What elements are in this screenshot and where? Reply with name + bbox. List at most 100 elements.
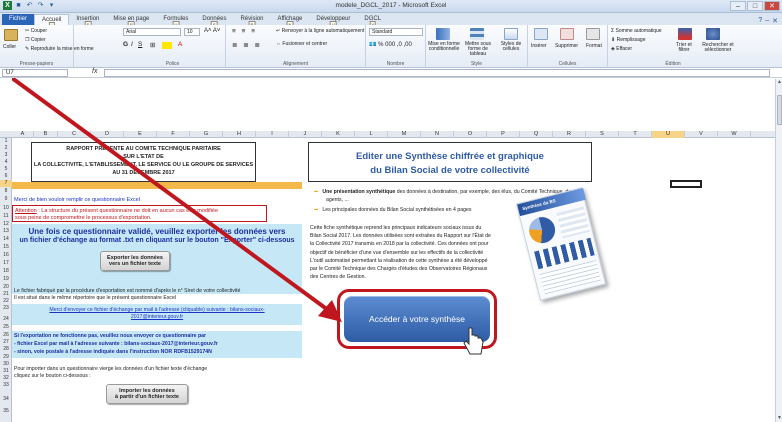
row-header-18[interactable]: 18 [0,268,12,275]
tab-donn-es[interactable]: DonnéesE [195,14,233,28]
import-button[interactable]: Importer les données à partir d'un fichi… [106,384,188,404]
help-icon[interactable]: ? [758,17,762,25]
font-color-icon[interactable]: A [178,41,182,48]
border-icon[interactable]: ⊞ [150,41,155,49]
underline-icon[interactable]: S [138,41,142,48]
workbook-close-icon[interactable]: ✕ [772,17,778,25]
row-header-24[interactable]: 24 [0,316,12,323]
merge-center-button[interactable]: ⇔ Fusionner et centrer [276,41,327,47]
row-header-3[interactable]: 3 [0,152,12,159]
row-header-28[interactable]: 28 [0,346,12,353]
row-header-25[interactable]: 25 [0,324,12,331]
bold-icon[interactable]: G [123,41,128,48]
paste-icon[interactable] [4,29,18,41]
align-top-icon[interactable]: ≡ ≡ ≡ [232,28,257,35]
column-header-u[interactable]: U [652,131,685,138]
tab-fichier[interactable]: Fichier [2,14,35,25]
row-header-35[interactable]: 35 [0,408,12,415]
autosum-button[interactable]: Σ Somme automatique [611,28,662,34]
delete-cells-icon[interactable] [560,28,574,40]
row-header-26[interactable]: 26 [0,332,12,339]
scroll-up-icon[interactable]: ▲ [776,79,782,86]
clear-button[interactable]: ◈ Effacer [611,46,632,52]
table-format-icon[interactable] [470,28,484,40]
insert-button[interactable]: Insérer [531,43,547,49]
row-header-2[interactable]: 2 [0,145,12,152]
binoculars-icon[interactable] [706,28,720,40]
font-size-select[interactable]: 10 [184,28,200,36]
minimize-icon[interactable]: – [730,1,746,11]
format-button[interactable]: Format [586,43,602,49]
formula-input[interactable] [104,69,770,77]
italic-icon[interactable]: I [131,41,133,48]
row-header-5[interactable]: 5 [0,166,12,173]
fill-button[interactable]: ⬇ Remplissage [611,37,646,43]
insert-cells-icon[interactable] [534,28,548,40]
name-box[interactable]: U7 [2,69,68,77]
maximize-icon[interactable]: □ [747,1,763,11]
row-header-1[interactable]: 1 [0,138,12,145]
sort-filter-button[interactable]: Trier et filtrer [670,43,698,53]
row-header-7[interactable]: 7 [0,180,12,187]
currency-icon[interactable]: 💶 % 000 ,0 ,00 [369,41,412,48]
row-header-19[interactable]: 19 [0,276,12,283]
tab-accueil[interactable]: AccueilL [34,14,70,29]
number-format-select[interactable]: Standard [369,28,423,36]
row-header-30[interactable]: 30 [0,361,12,368]
table-format-button[interactable]: Mettre sous forme de tableau [462,42,494,57]
column-header-l[interactable]: L [355,131,388,138]
column-header-n[interactable]: N [421,131,454,138]
column-header-m[interactable]: M [388,131,421,138]
row-header-10[interactable]: 10 [0,205,12,212]
tab-r-vision[interactable]: RévisionR [233,14,270,28]
row-header-15[interactable]: 15 [0,244,12,251]
row-header-23[interactable]: 23 [0,305,12,312]
column-header-o[interactable]: O [454,131,487,138]
tab-d-veloppeur[interactable]: DéveloppeurV [309,14,357,28]
row-header-22[interactable]: 22 [0,298,12,305]
wrap-text-button[interactable]: ↵ Renvoyer à la ligne automatiquement [276,28,364,34]
column-header-w[interactable]: W [718,131,751,138]
cell-styles-icon[interactable] [504,28,518,40]
row-header-16[interactable]: 16 [0,252,12,259]
row-header-27[interactable]: 27 [0,339,12,346]
font-name-select[interactable]: Arial [123,28,181,36]
tab-affichage[interactable]: AffichageN [270,14,309,28]
vertical-scrollbar[interactable]: ▲ ▼ [775,79,782,422]
delete-button[interactable]: Supprimer [555,43,578,49]
row-header-21[interactable]: 21 [0,291,12,298]
row-header-12[interactable]: 12 [0,221,12,228]
row-header-11[interactable]: 11 [0,213,12,220]
cell-styles-button[interactable]: Styles de cellules [496,42,526,52]
fx-icon[interactable]: fx [92,68,97,75]
row-header-6[interactable]: 6 [0,173,12,180]
scroll-thumb[interactable] [777,95,782,125]
sort-filter-icon[interactable] [678,28,692,40]
paste-button[interactable]: Coller [3,44,16,50]
tab-mise-en-page[interactable]: Mise en pageP [106,14,156,28]
copy-button[interactable]: ❐ Copier [25,37,46,43]
cond-format-button[interactable]: Mise en forme conditionnelle [428,42,460,52]
row-header-31[interactable]: 31 [0,368,12,375]
row-header-20[interactable]: 20 [0,284,12,291]
column-header-t[interactable]: T [619,131,652,138]
close-icon[interactable]: ✕ [764,1,780,11]
grow-font-icon[interactable]: A˄ A˅ [204,28,220,34]
row-header-34[interactable]: 34 [0,396,12,403]
worksheet[interactable]: RAPPORT PRESENTE AU COMITE TECHNIQUE PAR… [12,78,775,422]
format-painter-button[interactable]: ✎ Reproduire la mise en forme [25,46,94,52]
row-header-4[interactable]: 4 [0,159,12,166]
cond-format-icon[interactable] [436,28,450,40]
row-header-29[interactable]: 29 [0,354,12,361]
column-header-r[interactable]: R [553,131,586,138]
tab-formules[interactable]: FormulesU [156,14,195,28]
find-select-button[interactable]: Rechercher et sélectionner [700,43,736,53]
column-header-q[interactable]: Q [520,131,553,138]
scroll-down-icon[interactable]: ▼ [776,415,782,422]
tab-dgcl[interactable]: DGCLY [357,14,388,28]
cut-button[interactable]: ✂ Couper [25,28,47,34]
row-header-9[interactable]: 9 [0,196,12,203]
row-header-13[interactable]: 13 [0,228,12,235]
row-header-14[interactable]: 14 [0,236,12,243]
fill-color-icon[interactable] [162,42,172,49]
